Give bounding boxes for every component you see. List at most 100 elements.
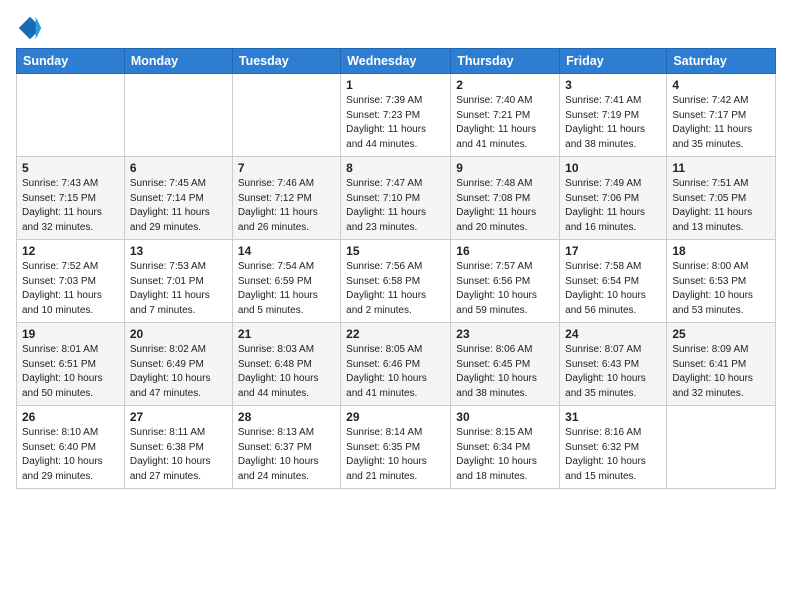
day-number: 23: [456, 327, 554, 341]
calendar-cell: 14 Sunrise: 7:54 AM Sunset: 6:59 PM Dayli…: [232, 240, 340, 323]
calendar-cell: 8 Sunrise: 7:47 AM Sunset: 7:10 PM Daylig…: [341, 157, 451, 240]
day-number: 8: [346, 161, 445, 175]
day-info: Sunrise: 7:47 AM Sunset: 7:10 PM Dayligh…: [346, 177, 445, 235]
day-info: Sunrise: 7:41 AM Sunset: 7:19 PM Dayligh…: [565, 94, 661, 152]
day-number: 17: [565, 244, 661, 258]
day-number: 5: [22, 161, 119, 175]
day-info: Sunrise: 8:01 AM Sunset: 6:51 PM Dayligh…: [22, 343, 119, 401]
calendar-cell: 17 Sunrise: 7:58 AM Sunset: 6:54 PM Dayli…: [560, 240, 667, 323]
day-info: Sunrise: 8:00 AM Sunset: 6:53 PM Dayligh…: [672, 260, 770, 318]
day-number: 3: [565, 78, 661, 92]
calendar-cell: 30 Sunrise: 8:15 AM Sunset: 6:34 PM Dayli…: [451, 406, 560, 489]
logo: [16, 14, 46, 42]
calendar-cell: 19 Sunrise: 8:01 AM Sunset: 6:51 PM Dayli…: [17, 323, 125, 406]
calendar-cell: 23 Sunrise: 8:06 AM Sunset: 6:45 PM Dayli…: [451, 323, 560, 406]
day-info: Sunrise: 7:46 AM Sunset: 7:12 PM Dayligh…: [238, 177, 335, 235]
day-info: Sunrise: 7:42 AM Sunset: 7:17 PM Dayligh…: [672, 94, 770, 152]
calendar-week-row: 26 Sunrise: 8:10 AM Sunset: 6:40 PM Dayli…: [17, 406, 776, 489]
day-info: Sunrise: 8:09 AM Sunset: 6:41 PM Dayligh…: [672, 343, 770, 401]
day-number: 14: [238, 244, 335, 258]
day-info: Sunrise: 8:06 AM Sunset: 6:45 PM Dayligh…: [456, 343, 554, 401]
day-number: 18: [672, 244, 770, 258]
day-number: 19: [22, 327, 119, 341]
calendar-cell: 26 Sunrise: 8:10 AM Sunset: 6:40 PM Dayli…: [17, 406, 125, 489]
day-number: 15: [346, 244, 445, 258]
weekday-header-row: SundayMondayTuesdayWednesdayThursdayFrid…: [17, 49, 776, 74]
day-number: 2: [456, 78, 554, 92]
day-number: 30: [456, 410, 554, 424]
day-info: Sunrise: 7:53 AM Sunset: 7:01 PM Dayligh…: [130, 260, 227, 318]
weekday-header-wednesday: Wednesday: [341, 49, 451, 74]
calendar-cell: 4 Sunrise: 7:42 AM Sunset: 7:17 PM Daylig…: [667, 74, 776, 157]
calendar-week-row: 19 Sunrise: 8:01 AM Sunset: 6:51 PM Dayli…: [17, 323, 776, 406]
calendar-cell: [667, 406, 776, 489]
calendar-cell: 12Sunrise: 7:52 AM Sunset: 7:03 PM Dayli…: [17, 240, 125, 323]
day-number: 13: [130, 244, 227, 258]
calendar-cell: 10 Sunrise: 7:49 AM Sunset: 7:06 PM Dayli…: [560, 157, 667, 240]
day-number: 28: [238, 410, 335, 424]
calendar-week-row: 12Sunrise: 7:52 AM Sunset: 7:03 PM Dayli…: [17, 240, 776, 323]
calendar-cell: [124, 74, 232, 157]
day-info: Sunrise: 7:57 AM Sunset: 6:56 PM Dayligh…: [456, 260, 554, 318]
calendar-cell: 15 Sunrise: 7:56 AM Sunset: 6:58 PM Dayli…: [341, 240, 451, 323]
day-info: Sunrise: 8:10 AM Sunset: 6:40 PM Dayligh…: [22, 426, 119, 484]
calendar-cell: 2 Sunrise: 7:40 AM Sunset: 7:21 PM Daylig…: [451, 74, 560, 157]
calendar-cell: 1Sunrise: 7:39 AM Sunset: 7:23 PM Daylig…: [341, 74, 451, 157]
day-info: Sunrise: 7:58 AM Sunset: 6:54 PM Dayligh…: [565, 260, 661, 318]
day-number: 6: [130, 161, 227, 175]
day-number: 16: [456, 244, 554, 258]
calendar-cell: 21 Sunrise: 8:03 AM Sunset: 6:48 PM Dayli…: [232, 323, 340, 406]
weekday-header-monday: Monday: [124, 49, 232, 74]
day-info: Sunrise: 7:48 AM Sunset: 7:08 PM Dayligh…: [456, 177, 554, 235]
day-info: Sunrise: 7:40 AM Sunset: 7:21 PM Dayligh…: [456, 94, 554, 152]
calendar-cell: 3 Sunrise: 7:41 AM Sunset: 7:19 PM Daylig…: [560, 74, 667, 157]
day-info: Sunrise: 7:54 AM Sunset: 6:59 PM Dayligh…: [238, 260, 335, 318]
calendar-cell: 22Sunrise: 8:05 AM Sunset: 6:46 PM Dayli…: [341, 323, 451, 406]
day-info: Sunrise: 7:56 AM Sunset: 6:58 PM Dayligh…: [346, 260, 445, 318]
page-container: SundayMondayTuesdayWednesdayThursdayFrid…: [0, 0, 792, 499]
day-number: 9: [456, 161, 554, 175]
calendar-cell: 7Sunrise: 7:46 AM Sunset: 7:12 PM Daylig…: [232, 157, 340, 240]
day-number: 1: [346, 78, 445, 92]
weekday-header-sunday: Sunday: [17, 49, 125, 74]
calendar-table: SundayMondayTuesdayWednesdayThursdayFrid…: [16, 48, 776, 489]
day-number: 20: [130, 327, 227, 341]
weekday-header-friday: Friday: [560, 49, 667, 74]
day-info: Sunrise: 8:15 AM Sunset: 6:34 PM Dayligh…: [456, 426, 554, 484]
day-number: 22: [346, 327, 445, 341]
calendar-cell: 5 Sunrise: 7:43 AM Sunset: 7:15 PM Daylig…: [17, 157, 125, 240]
calendar-cell: 31 Sunrise: 8:16 AM Sunset: 6:32 PM Dayli…: [560, 406, 667, 489]
weekday-header-thursday: Thursday: [451, 49, 560, 74]
day-info: Sunrise: 8:02 AM Sunset: 6:49 PM Dayligh…: [130, 343, 227, 401]
day-number: 25: [672, 327, 770, 341]
calendar-cell: 16 Sunrise: 7:57 AM Sunset: 6:56 PM Dayli…: [451, 240, 560, 323]
calendar-cell: 25 Sunrise: 8:09 AM Sunset: 6:41 PM Dayli…: [667, 323, 776, 406]
weekday-header-tuesday: Tuesday: [232, 49, 340, 74]
day-number: 24: [565, 327, 661, 341]
day-number: 27: [130, 410, 227, 424]
day-number: 10: [565, 161, 661, 175]
calendar-cell: 24 Sunrise: 8:07 AM Sunset: 6:43 PM Dayli…: [560, 323, 667, 406]
calendar-cell: 11Sunrise: 7:51 AM Sunset: 7:05 PM Dayli…: [667, 157, 776, 240]
day-number: 31: [565, 410, 661, 424]
day-info: Sunrise: 7:49 AM Sunset: 7:06 PM Dayligh…: [565, 177, 661, 235]
day-number: 12: [22, 244, 119, 258]
day-info: Sunrise: 8:11 AM Sunset: 6:38 PM Dayligh…: [130, 426, 227, 484]
header: [16, 10, 776, 42]
day-info: Sunrise: 8:03 AM Sunset: 6:48 PM Dayligh…: [238, 343, 335, 401]
calendar-cell: 20 Sunrise: 8:02 AM Sunset: 6:49 PM Dayli…: [124, 323, 232, 406]
calendar-week-row: 5 Sunrise: 7:43 AM Sunset: 7:15 PM Daylig…: [17, 157, 776, 240]
calendar-cell: 6Sunrise: 7:45 AM Sunset: 7:14 PM Daylig…: [124, 157, 232, 240]
calendar-cell: [17, 74, 125, 157]
calendar-cell: 18 Sunrise: 8:00 AM Sunset: 6:53 PM Dayli…: [667, 240, 776, 323]
day-number: 21: [238, 327, 335, 341]
day-info: Sunrise: 8:16 AM Sunset: 6:32 PM Dayligh…: [565, 426, 661, 484]
day-number: 26: [22, 410, 119, 424]
day-info: Sunrise: 8:13 AM Sunset: 6:37 PM Dayligh…: [238, 426, 335, 484]
weekday-header-saturday: Saturday: [667, 49, 776, 74]
calendar-cell: 9 Sunrise: 7:48 AM Sunset: 7:08 PM Daylig…: [451, 157, 560, 240]
day-info: Sunrise: 8:07 AM Sunset: 6:43 PM Dayligh…: [565, 343, 661, 401]
day-number: 4: [672, 78, 770, 92]
calendar-cell: 13 Sunrise: 7:53 AM Sunset: 7:01 PM Dayli…: [124, 240, 232, 323]
day-info: Sunrise: 7:43 AM Sunset: 7:15 PM Dayligh…: [22, 177, 119, 235]
